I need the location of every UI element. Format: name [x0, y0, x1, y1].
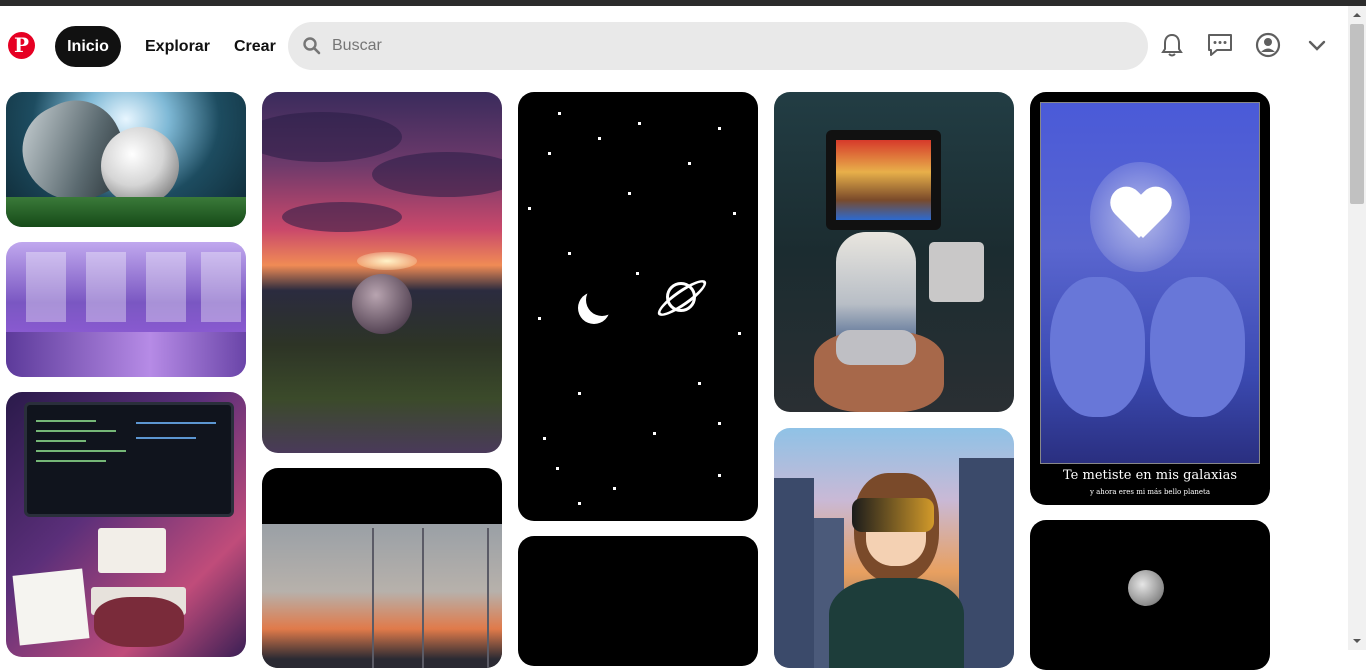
pin-image-cloud: [282, 202, 402, 232]
bell-icon[interactable]: [1157, 30, 1187, 60]
pin-image-star: [638, 122, 641, 125]
pin-image-sun: [357, 252, 417, 270]
pin-image-star: [548, 152, 551, 155]
pin-image-star: [653, 432, 656, 435]
pin-image-code-line: [36, 450, 126, 452]
pin-image-star: [578, 502, 581, 505]
pin-image-code-line: [36, 430, 116, 432]
pin-image-building: [774, 478, 814, 668]
pin-image-star: [718, 474, 721, 477]
pin-image-cloud: [262, 112, 402, 162]
nav-explore-link[interactable]: Explorar: [145, 26, 210, 67]
pin-image-ball: [101, 127, 179, 205]
pin-image-console: [929, 242, 984, 302]
pin-image-star: [733, 212, 736, 215]
pin-field-sunset[interactable]: [262, 468, 502, 668]
pin-image-star: [543, 437, 546, 440]
pin-image-moon: [586, 284, 618, 316]
pin-image-code-line: [36, 460, 106, 462]
scrollbar-thumb[interactable]: [1350, 24, 1364, 204]
pin-image-paper: [12, 568, 90, 646]
pin-image-window: [201, 252, 241, 322]
pin-image-star: [718, 422, 721, 425]
pin-image-cloud: [372, 152, 502, 197]
pin-image-star: [598, 137, 601, 140]
pin-coding-desk[interactable]: [6, 392, 246, 657]
pin-image-star: [568, 252, 571, 255]
pin-image-pole: [487, 528, 489, 668]
pin-image-hand-left: [1050, 277, 1145, 417]
pin-image-window: [26, 252, 66, 322]
pin-image-gamepad: [836, 330, 916, 365]
pin-image-tv-screen: [836, 140, 931, 220]
pin-image-pole: [372, 528, 374, 668]
pin-image-code-line: [36, 440, 86, 442]
pin-image-scene: [262, 524, 502, 668]
pin-vr-girl[interactable]: [774, 428, 1014, 668]
pin-image-star: [688, 162, 691, 165]
pin-gym[interactable]: [6, 242, 246, 377]
pin-image-floor: [6, 332, 246, 377]
pin-caption: Te metiste en mis galaxias: [1063, 468, 1237, 483]
account-icon[interactable]: [1253, 30, 1283, 60]
search-icon: [303, 37, 321, 55]
pin-image-star: [556, 467, 559, 470]
pin-image-star: [558, 112, 561, 115]
pin-image-ball: [352, 274, 412, 334]
pin-image-star: [528, 207, 531, 210]
pin-image-code-line: [136, 422, 216, 424]
pin-image-star: [718, 127, 721, 130]
pin-image-star: [738, 332, 741, 335]
pin-image-window: [86, 252, 126, 322]
pin-pixel-space[interactable]: [518, 92, 758, 521]
pin-image-coat: [829, 578, 964, 668]
pin-image-code-line: [136, 437, 196, 439]
pin-subcaption: y ahora eres mi más bello planeta: [1089, 488, 1211, 496]
pin-image-star: [698, 382, 701, 385]
pin-image-hands: [94, 597, 184, 647]
pin-image-star: [578, 392, 581, 395]
pin-heart-galaxias[interactable]: Te metiste en mis galaxias y ahora eres …: [1030, 92, 1270, 505]
pin-image-star: [636, 272, 639, 275]
pin-image-vr-goggles: [852, 498, 934, 532]
nav-create-link[interactable]: Crear: [234, 26, 276, 67]
nav-home-button[interactable]: Inicio: [55, 26, 121, 67]
pin-moon[interactable]: [1030, 520, 1270, 670]
pin-image-building: [959, 458, 1014, 668]
search-input[interactable]: [332, 22, 1132, 70]
scroll-down-arrow-icon[interactable]: [1352, 636, 1362, 646]
pin-dark[interactable]: [518, 536, 758, 666]
pin-soccer-boot[interactable]: [6, 92, 246, 227]
pin-image-star: [628, 192, 631, 195]
pin-image-window: [146, 252, 186, 322]
search-bar[interactable]: [288, 22, 1148, 70]
scroll-up-arrow-icon[interactable]: [1352, 10, 1362, 20]
header: P Inicio Explorar Crear: [0, 6, 1348, 86]
pin-image-grass: [6, 197, 246, 227]
pinterest-logo[interactable]: P: [8, 32, 35, 59]
pin-image-pole: [422, 528, 424, 668]
chat-icon[interactable]: [1205, 30, 1235, 60]
pin-image-star: [538, 317, 541, 320]
scrollbar[interactable]: [1348, 6, 1366, 650]
pin-image-laptop: [98, 528, 166, 573]
pin-image-hand-right: [1150, 277, 1245, 417]
chevron-down-icon[interactable]: [1302, 30, 1332, 60]
pin-image-star: [613, 487, 616, 490]
pin-image-code-line: [36, 420, 96, 422]
pin-image-moon: [1128, 570, 1164, 606]
pin-retro-gaming[interactable]: [774, 92, 1014, 412]
pin-image-heart: [1111, 188, 1167, 244]
pin-stadium-sunset[interactable]: [262, 92, 502, 453]
